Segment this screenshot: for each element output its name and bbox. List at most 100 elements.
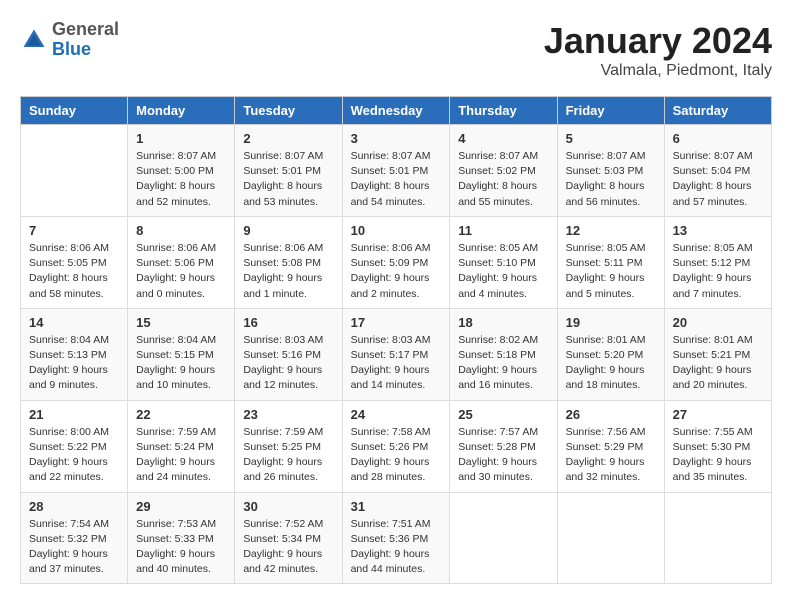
calendar-cell: 4Sunrise: 8:07 AM Sunset: 5:02 PM Daylig…: [450, 125, 557, 217]
day-info: Sunrise: 8:07 AM Sunset: 5:02 PM Dayligh…: [458, 149, 548, 210]
day-number: 1: [136, 131, 226, 146]
calendar-cell: 13 Sunrise: 8:05 AM Sunset: 5:12 PM Dayli…: [664, 216, 771, 308]
day-info: Sunrise: 8:05 AM Sunset: 5:10 PM Dayligh…: [458, 241, 548, 302]
calendar-cell: 25 Sunrise: 7:57 AM Sunset: 5:28 PM Dayli…: [450, 400, 557, 492]
day-info: Sunrise: 8:07 AM Sunset: 5:01 PM Dayligh…: [243, 149, 333, 210]
calendar-cell: 17 Sunrise: 8:03 AM Sunset: 5:17 PM Dayli…: [342, 308, 450, 400]
day-info: Sunrise: 8:05 AM Sunset: 5:11 PM Dayligh…: [566, 241, 656, 302]
calendar-cell: 23 Sunrise: 7:59 AM Sunset: 5:25 PM Dayli…: [235, 400, 342, 492]
day-number: 28: [29, 499, 119, 514]
calendar-week-row: 1 Sunrise: 8:07 AM Sunset: 5:00 PM Daylig…: [21, 125, 772, 217]
day-info: Sunrise: 7:56 AM Sunset: 5:29 PM Dayligh…: [566, 425, 656, 486]
day-number: 13: [673, 223, 763, 238]
day-header-thursday: Thursday: [450, 97, 557, 125]
calendar-cell: [450, 492, 557, 584]
day-info: Sunrise: 8:06 AM Sunset: 5:05 PM Dayligh…: [29, 241, 119, 302]
calendar-cell: 10 Sunrise: 8:06 AM Sunset: 5:09 PM Dayli…: [342, 216, 450, 308]
day-number: 12: [566, 223, 656, 238]
day-number: 16: [243, 315, 333, 330]
calendar-cell: 3 Sunrise: 8:07 AM Sunset: 5:01 PM Daylig…: [342, 125, 450, 217]
calendar-cell: 31 Sunrise: 7:51 AM Sunset: 5:36 PM Dayli…: [342, 492, 450, 584]
day-info: Sunrise: 7:57 AM Sunset: 5:28 PM Dayligh…: [458, 425, 548, 486]
day-info: Sunrise: 8:07 AM Sunset: 5:00 PM Dayligh…: [136, 149, 226, 210]
day-number: 29: [136, 499, 226, 514]
calendar-table: SundayMondayTuesdayWednesdayThursdayFrid…: [20, 96, 772, 584]
day-info: Sunrise: 8:04 AM Sunset: 5:15 PM Dayligh…: [136, 333, 226, 394]
day-number: 17: [351, 315, 442, 330]
calendar-cell: 27Sunrise: 7:55 AM Sunset: 5:30 PM Dayli…: [664, 400, 771, 492]
calendar-cell: [557, 492, 664, 584]
day-info: Sunrise: 8:06 AM Sunset: 5:08 PM Dayligh…: [243, 241, 333, 302]
calendar-cell: 14Sunrise: 8:04 AM Sunset: 5:13 PM Dayli…: [21, 308, 128, 400]
day-number: 11: [458, 223, 548, 238]
calendar-cell: 16 Sunrise: 8:03 AM Sunset: 5:16 PM Dayli…: [235, 308, 342, 400]
day-info: Sunrise: 8:07 AM Sunset: 5:04 PM Dayligh…: [673, 149, 763, 210]
calendar-cell: 28 Sunrise: 7:54 AM Sunset: 5:32 PM Dayli…: [21, 492, 128, 584]
day-number: 24: [351, 407, 442, 422]
title-block: January 2024 Valmala, Piedmont, Italy: [544, 20, 772, 80]
day-number: 23: [243, 407, 333, 422]
day-info: Sunrise: 8:07 AM Sunset: 5:01 PM Dayligh…: [351, 149, 442, 210]
calendar-cell: 2Sunrise: 8:07 AM Sunset: 5:01 PM Daylig…: [235, 125, 342, 217]
day-info: Sunrise: 8:06 AM Sunset: 5:09 PM Dayligh…: [351, 241, 442, 302]
day-number: 31: [351, 499, 442, 514]
calendar-cell: 12 Sunrise: 8:05 AM Sunset: 5:11 PM Dayli…: [557, 216, 664, 308]
day-info: Sunrise: 7:51 AM Sunset: 5:36 PM Dayligh…: [351, 517, 442, 578]
day-header-saturday: Saturday: [664, 97, 771, 125]
day-info: Sunrise: 8:00 AM Sunset: 5:22 PM Dayligh…: [29, 425, 119, 486]
day-info: Sunrise: 8:01 AM Sunset: 5:21 PM Dayligh…: [673, 333, 763, 394]
logo-icon: [20, 26, 48, 54]
day-number: 8: [136, 223, 226, 238]
day-info: Sunrise: 8:04 AM Sunset: 5:13 PM Dayligh…: [29, 333, 119, 394]
day-info: Sunrise: 8:02 AM Sunset: 5:18 PM Dayligh…: [458, 333, 548, 394]
calendar-cell: 21 Sunrise: 8:00 AM Sunset: 5:22 PM Dayli…: [21, 400, 128, 492]
day-info: Sunrise: 7:54 AM Sunset: 5:32 PM Dayligh…: [29, 517, 119, 578]
day-number: 22: [136, 407, 226, 422]
day-info: Sunrise: 7:59 AM Sunset: 5:25 PM Dayligh…: [243, 425, 333, 486]
day-number: 21: [29, 407, 119, 422]
day-number: 10: [351, 223, 442, 238]
day-number: 20: [673, 315, 763, 330]
calendar-cell: 7 Sunrise: 8:06 AM Sunset: 5:05 PM Daylig…: [21, 216, 128, 308]
day-header-sunday: Sunday: [21, 97, 128, 125]
day-number: 26: [566, 407, 656, 422]
logo-blue-text: Blue: [52, 39, 91, 59]
day-number: 27: [673, 407, 763, 422]
calendar-week-row: 7 Sunrise: 8:06 AM Sunset: 5:05 PM Daylig…: [21, 216, 772, 308]
day-info: Sunrise: 8:07 AM Sunset: 5:03 PM Dayligh…: [566, 149, 656, 210]
calendar-cell: 15Sunrise: 8:04 AM Sunset: 5:15 PM Dayli…: [128, 308, 235, 400]
calendar-cell: 1 Sunrise: 8:07 AM Sunset: 5:00 PM Daylig…: [128, 125, 235, 217]
calendar-cell: 9 Sunrise: 8:06 AM Sunset: 5:08 PM Daylig…: [235, 216, 342, 308]
day-number: 6: [673, 131, 763, 146]
logo: General Blue: [20, 20, 119, 60]
day-info: Sunrise: 7:58 AM Sunset: 5:26 PM Dayligh…: [351, 425, 442, 486]
day-info: Sunrise: 8:03 AM Sunset: 5:16 PM Dayligh…: [243, 333, 333, 394]
calendar-cell: [21, 125, 128, 217]
calendar-cell: 24 Sunrise: 7:58 AM Sunset: 5:26 PM Dayli…: [342, 400, 450, 492]
calendar-cell: 22 Sunrise: 7:59 AM Sunset: 5:24 PM Dayli…: [128, 400, 235, 492]
day-number: 9: [243, 223, 333, 238]
day-info: Sunrise: 7:53 AM Sunset: 5:33 PM Dayligh…: [136, 517, 226, 578]
day-number: 5: [566, 131, 656, 146]
day-header-friday: Friday: [557, 97, 664, 125]
day-info: Sunrise: 8:03 AM Sunset: 5:17 PM Dayligh…: [351, 333, 442, 394]
day-info: Sunrise: 7:52 AM Sunset: 5:34 PM Dayligh…: [243, 517, 333, 578]
calendar-cell: 11 Sunrise: 8:05 AM Sunset: 5:10 PM Dayli…: [450, 216, 557, 308]
day-number: 19: [566, 315, 656, 330]
calendar-week-row: 21 Sunrise: 8:00 AM Sunset: 5:22 PM Dayli…: [21, 400, 772, 492]
day-header-tuesday: Tuesday: [235, 97, 342, 125]
month-title: January 2024: [544, 20, 772, 62]
day-number: 30: [243, 499, 333, 514]
day-number: 18: [458, 315, 548, 330]
calendar-cell: 20 Sunrise: 8:01 AM Sunset: 5:21 PM Dayli…: [664, 308, 771, 400]
day-number: 3: [351, 131, 442, 146]
day-info: Sunrise: 8:05 AM Sunset: 5:12 PM Dayligh…: [673, 241, 763, 302]
day-info: Sunrise: 7:59 AM Sunset: 5:24 PM Dayligh…: [136, 425, 226, 486]
day-number: 7: [29, 223, 119, 238]
calendar-cell: 26 Sunrise: 7:56 AM Sunset: 5:29 PM Dayli…: [557, 400, 664, 492]
day-number: 25: [458, 407, 548, 422]
calendar-cell: 18 Sunrise: 8:02 AM Sunset: 5:18 PM Dayli…: [450, 308, 557, 400]
calendar-cell: 19Sunrise: 8:01 AM Sunset: 5:20 PM Dayli…: [557, 308, 664, 400]
calendar-week-row: 14Sunrise: 8:04 AM Sunset: 5:13 PM Dayli…: [21, 308, 772, 400]
day-header-monday: Monday: [128, 97, 235, 125]
